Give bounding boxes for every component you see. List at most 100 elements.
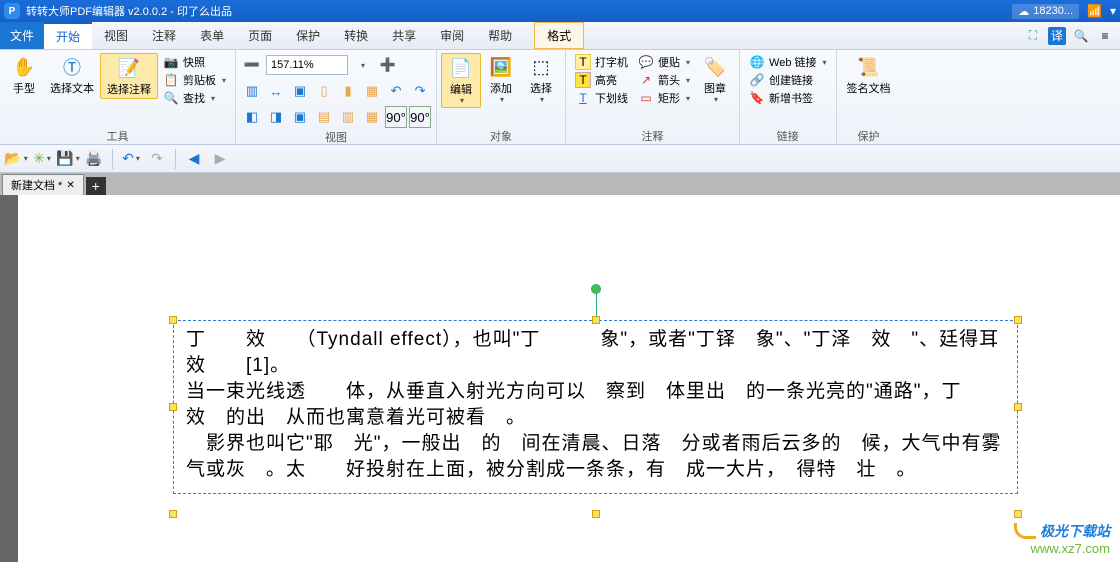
bookmark3-button[interactable]: ▣	[289, 106, 311, 128]
tab-help[interactable]: 帮助	[476, 22, 524, 49]
close-tab-icon[interactable]: ✕	[66, 180, 74, 191]
tab-form[interactable]: 表单	[188, 22, 236, 49]
quick-access-bar: 📂 ✳ 💾 🖨️ ↶ ↷ ◀ ▶	[0, 145, 1120, 173]
text-content[interactable]: 丁 效 （Tyndall effect），也叫"丁 象"，或者"丁铎 象"、"丁…	[186, 327, 1005, 483]
open-button[interactable]: 📂	[4, 148, 28, 170]
add-tab-button[interactable]: +	[86, 177, 106, 195]
group-protect: 📜 签名文档 保护	[837, 50, 901, 144]
prev-view-button[interactable]: ◀	[182, 148, 206, 170]
resize-handle-br[interactable]	[1014, 510, 1022, 518]
tab-annotate[interactable]: 注释	[140, 22, 188, 49]
edit-button[interactable]: 📄 编辑	[441, 53, 481, 108]
tab-view[interactable]: 视图	[92, 22, 140, 49]
find-label: 查找	[183, 90, 205, 106]
tab-format[interactable]: 格式	[534, 22, 584, 49]
resize-handle-ml[interactable]	[169, 403, 177, 411]
thumb1-button[interactable]: ▤	[313, 106, 335, 128]
bookmark-add-button[interactable]: 🔖新增书签	[747, 89, 829, 107]
bookmark1-button[interactable]: ◧	[241, 106, 263, 128]
rect-icon: ▭	[638, 90, 654, 106]
rot90l-button[interactable]: 90°	[385, 106, 407, 128]
hand-label: 手型	[13, 83, 35, 95]
actual-size-button[interactable]: ▣	[289, 80, 311, 102]
document-canvas[interactable]: 丁 效 （Tyndall effect），也叫"丁 象"，或者"丁铎 象"、"丁…	[0, 195, 1120, 562]
snapshot-button[interactable]: 📷快照	[161, 53, 228, 71]
rotate-left-button[interactable]: ↶	[385, 80, 407, 102]
print-button[interactable]: 🖨️	[82, 148, 106, 170]
resize-handle-tl[interactable]	[169, 316, 177, 324]
fit-page-button[interactable]: ▥	[241, 80, 263, 102]
hand-tool-button[interactable]: ✋ 手型	[4, 53, 44, 97]
underline-button[interactable]: T下划线	[573, 89, 630, 107]
stamp-icon: 🏷️	[703, 55, 727, 79]
typewriter-button[interactable]: T打字机	[573, 53, 630, 71]
zoom-input[interactable]: 157.11%	[266, 55, 348, 75]
thumb2-button[interactable]: ▥	[337, 106, 359, 128]
search-icon[interactable]: 🔍	[1072, 27, 1090, 45]
tab-start[interactable]: 开始	[44, 22, 92, 49]
tab-protect[interactable]: 保护	[284, 22, 332, 49]
stamp-button[interactable]: 🏷️ 图章	[695, 53, 735, 106]
layout-cont-button[interactable]: ▮	[337, 80, 359, 102]
create-link-button[interactable]: 🔗创建链接	[747, 71, 829, 89]
resize-handle-bl[interactable]	[169, 510, 177, 518]
tab-share[interactable]: 共享	[380, 22, 428, 49]
fit-icon[interactable]: ⛶	[1024, 27, 1042, 45]
undo-button[interactable]: ↶	[119, 148, 143, 170]
find-button[interactable]: 🔍查找	[161, 89, 228, 107]
resize-handle-tm[interactable]	[592, 316, 600, 324]
zoom-dropdown[interactable]	[351, 54, 373, 76]
web-link-button[interactable]: 🌐Web 链接	[747, 53, 829, 71]
resize-handle-tr[interactable]	[1014, 316, 1022, 324]
zoom-out-button[interactable]: ➖	[241, 54, 263, 76]
clipboard-button[interactable]: 📋剪贴板	[161, 71, 228, 89]
save-button[interactable]: 💾	[56, 148, 80, 170]
layout-single-button[interactable]: ▯	[313, 80, 335, 102]
create-link-label: 创建链接	[769, 72, 813, 88]
selected-textbox[interactable]: 丁 效 （Tyndall effect），也叫"丁 象"，或者"丁铎 象"、"丁…	[173, 320, 1018, 494]
file-menu[interactable]: 文件	[0, 22, 44, 49]
select-object-button[interactable]: ⬚ 选择	[521, 53, 561, 106]
typewriter-icon: T	[575, 54, 591, 70]
resize-handle-bm[interactable]	[592, 510, 600, 518]
rotation-handle[interactable]	[591, 284, 601, 294]
add-button[interactable]: 🖼️ 添加	[481, 53, 521, 106]
group-view: ➖ 157.11% ➕ ▥ ↔ ▣ ▯ ▮ ▦ ↶ ↷ ◧ ◨ ▣ ▤ ▥	[236, 50, 437, 144]
underline-icon: T	[575, 90, 591, 106]
next-view-button[interactable]: ▶	[208, 148, 232, 170]
sticky-button[interactable]: 💬便贴	[636, 53, 692, 71]
rotate-right-button[interactable]: ↷	[409, 80, 431, 102]
hand-icon: ✋	[12, 55, 36, 79]
stamp-label: 图章	[704, 83, 726, 95]
thumb3-button[interactable]: ▦	[361, 106, 383, 128]
resize-handle-mr[interactable]	[1014, 403, 1022, 411]
tab-page[interactable]: 页面	[236, 22, 284, 49]
redo-button[interactable]: ↷	[145, 148, 169, 170]
sign-doc-button[interactable]: 📜 签名文档	[841, 53, 897, 97]
select-text-button[interactable]: Ⓣ 选择文本	[44, 53, 100, 97]
new-button[interactable]: ✳	[30, 148, 54, 170]
bookmark2-button[interactable]: ◨	[265, 106, 287, 128]
app-icon: P	[4, 3, 20, 19]
tab-review[interactable]: 审阅	[428, 22, 476, 49]
view-group-label: 视图	[240, 129, 432, 143]
group-tools: ✋ 手型 Ⓣ 选择文本 📝 选择注释 📷快照 📋剪贴板 🔍查找 工具	[0, 50, 236, 144]
cloud-account-button[interactable]: ☁ 18230...	[1012, 4, 1079, 19]
arrow-button[interactable]: ↗箭头	[636, 71, 692, 89]
globe-icon: 🌐	[749, 54, 765, 70]
tab-convert[interactable]: 转换	[332, 22, 380, 49]
highlight-button[interactable]: T高亮	[573, 71, 630, 89]
zoom-in-button[interactable]: ➕	[377, 54, 399, 76]
rot90r-button[interactable]: 90°	[409, 106, 431, 128]
highlight-label: 高亮	[595, 72, 617, 88]
highlight-icon: T	[575, 72, 591, 88]
dropdown-icon[interactable]: ▾	[1110, 4, 1116, 18]
select-note-button[interactable]: 📝 选择注释	[100, 53, 158, 99]
translate-icon[interactable]: 译	[1048, 27, 1066, 45]
document-tab[interactable]: 新建文档 * ✕	[2, 174, 84, 195]
certificate-icon: 📜	[857, 55, 881, 79]
rect-button[interactable]: ▭矩形	[636, 89, 692, 107]
layout-facing-button[interactable]: ▦	[361, 80, 383, 102]
fit-width-button[interactable]: ↔	[265, 80, 287, 102]
menu-collapse-icon[interactable]: ≡	[1096, 27, 1114, 45]
